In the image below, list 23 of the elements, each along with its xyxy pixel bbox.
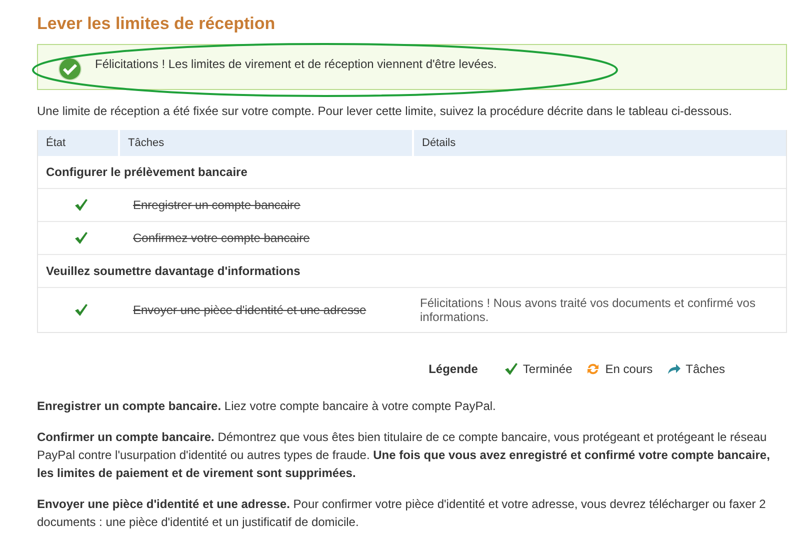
legend-text: Terminée: [522, 362, 572, 376]
check-icon: [504, 362, 518, 376]
column-header: Tâches: [118, 130, 412, 156]
section-heading: Configurer le prélèvement bancaire: [38, 156, 786, 189]
success-check-icon: [58, 57, 82, 81]
refresh-icon: [586, 362, 600, 376]
task-name: Enregistrer un compte bancaire: [132, 198, 302, 212]
legend-label: Légende: [428, 362, 478, 376]
arrow-icon: [666, 363, 681, 375]
success-message: Félicitations ! Les limites de virement et de réception viennent d'être levées.: [95, 57, 497, 71]
task-name: Confirmez votre compte bancaire: [132, 231, 311, 245]
section-heading: Veuillez soumettre davantage d'informations: [38, 255, 786, 288]
task-details: Félicitations ! Nous avons traité vos documents et confirmé vos informations.: [419, 295, 756, 326]
legend-text: Tâches: [686, 362, 725, 376]
column-header: État: [45, 136, 67, 151]
page-title: Lever les limites de réception: [37, 14, 276, 34]
help-paragraph: Confirmer un compte bancaire. Démontrez que vous êtes bien titulaire de ce compte bancaire, vous protégeant et protégeant le réseau PayPal contre l'usurpation d'identité ou autres types de fraude. Une fois que vous avez enregistré et confirmé votre compte bancaire, les limites de paiement et de virement sont supprimées.: [37, 429, 771, 482]
help-paragraph: Envoyer une pièce d'identité et une adresse. Pour confirmer votre pièce d'identité et votre adresse, vous devrez télécharger ou faxer 2 documents : une pièce d'identité et un justificatif de domicile.: [37, 496, 767, 531]
legend-text: En cours: [605, 362, 653, 376]
help-paragraph: Enregistrer un compte bancaire. Liez votre compte bancaire à votre compte PayPal.: [37, 398, 497, 415]
column-header: Détails: [412, 130, 786, 156]
intro-text: Une limite de réception a été fixée sur votre compte. Pour lever cette limite, suivez la procédure décrite dans le tableau ci-dessous.: [37, 104, 734, 118]
task-name: Envoyer une pièce d'identité et une adresse: [132, 303, 368, 317]
